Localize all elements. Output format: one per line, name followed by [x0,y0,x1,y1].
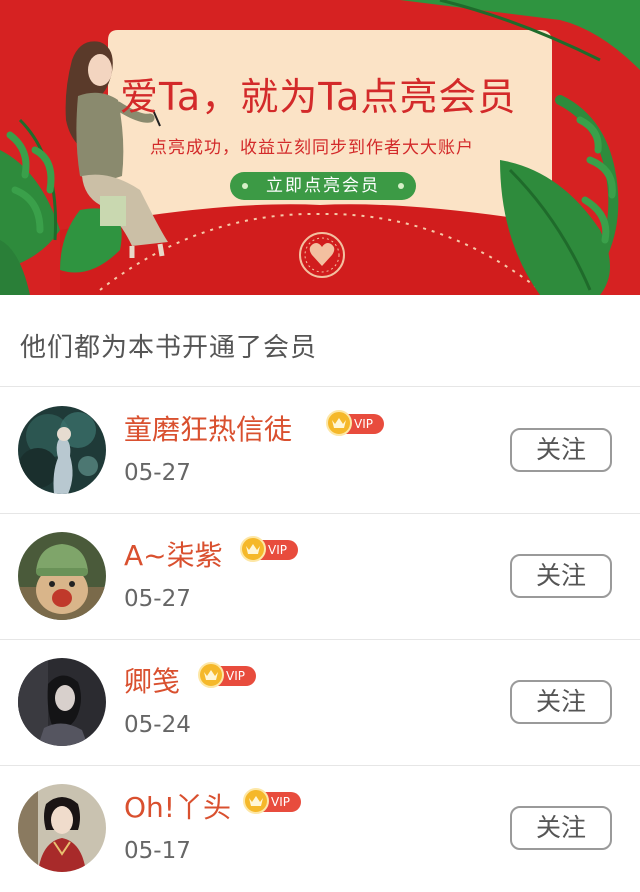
join-date: 05-27 [124,460,191,486]
list-item: 童磨狂热信徒 VIP 05-27 关注 [0,388,640,514]
crown-icon [240,536,266,562]
avatar[interactable] [18,532,106,620]
follow-button[interactable]: 关注 [510,554,612,598]
avatar-image [18,406,106,494]
list-item: 卿笺 VIP 05-24 关注 [0,640,640,766]
follow-button[interactable]: 关注 [510,428,612,472]
avatar[interactable] [18,406,106,494]
user-name[interactable]: Oh!丫头 [124,786,231,826]
vip-badge: VIP [243,788,301,814]
crown-icon [326,410,352,436]
user-name[interactable]: 卿笺 [124,660,180,700]
section-header: 他们都为本书开通了会员 [0,295,640,387]
crown-icon [198,662,224,688]
vip-promo-banner[interactable]: 爱Ta，就为Ta点亮会员 点亮成功，收益立刻同步到作者大大账户 立即点亮会员 [0,0,640,295]
activate-vip-button[interactable]: 立即点亮会员 [230,172,416,200]
member-list: 童磨狂热信徒 VIP 05-27 关注 A~柒紫 VIP 05-27 关注 卿笺… [0,388,640,892]
banner-subtitle: 点亮成功，收益立刻同步到作者大大账户 [150,138,474,158]
avatar[interactable] [18,784,106,872]
vip-badge: VIP [198,662,256,688]
join-date: 05-24 [124,712,191,738]
follow-button[interactable]: 关注 [510,680,612,724]
list-item: Oh!丫头 VIP 05-17 关注 [0,766,640,892]
user-name[interactable]: 童磨狂热信徒 [124,408,292,448]
avatar-image [18,784,106,872]
section-title: 他们都为本书开通了会员 [20,333,318,363]
vip-badge: VIP [240,536,298,562]
list-item: A~柒紫 VIP 05-27 关注 [0,514,640,640]
join-date: 05-17 [124,838,191,864]
join-date: 05-27 [124,586,191,612]
banner-title: 爱Ta，就为Ta点亮会员 [120,75,517,119]
vip-badge: VIP [326,410,384,436]
avatar[interactable] [18,658,106,746]
crown-icon [243,788,269,814]
avatar-image [18,532,106,620]
avatar-image [18,658,106,746]
user-name[interactable]: A~柒紫 [124,534,223,574]
follow-button[interactable]: 关注 [510,806,612,850]
